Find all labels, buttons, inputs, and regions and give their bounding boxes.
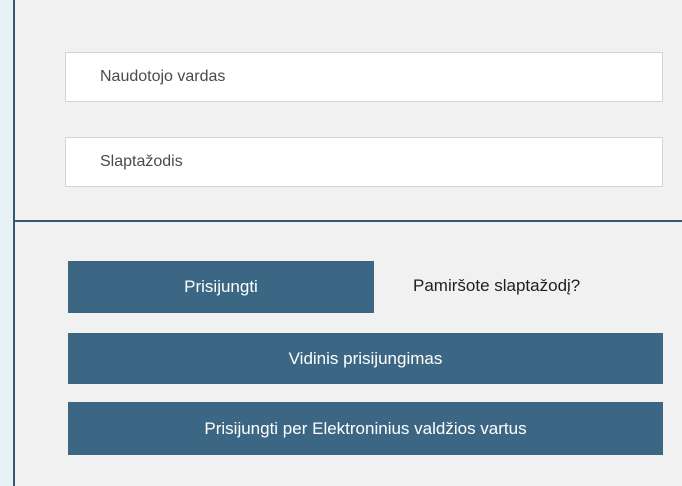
password-input[interactable] — [65, 137, 663, 187]
forgot-password-link[interactable]: Pamiršote slaptažodį? — [413, 276, 580, 296]
username-input[interactable] — [65, 52, 663, 102]
login-panel: Prisijungti Pamiršote slaptažodį? Vidini… — [13, 0, 682, 486]
section-divider — [15, 220, 682, 222]
internal-login-button[interactable]: Vidinis prisijungimas — [68, 333, 663, 384]
credentials-section — [15, 0, 682, 220]
evv-login-button[interactable]: Prisijungti per Elektroninius valdžios v… — [68, 402, 663, 455]
login-button[interactable]: Prisijungti — [68, 261, 374, 313]
